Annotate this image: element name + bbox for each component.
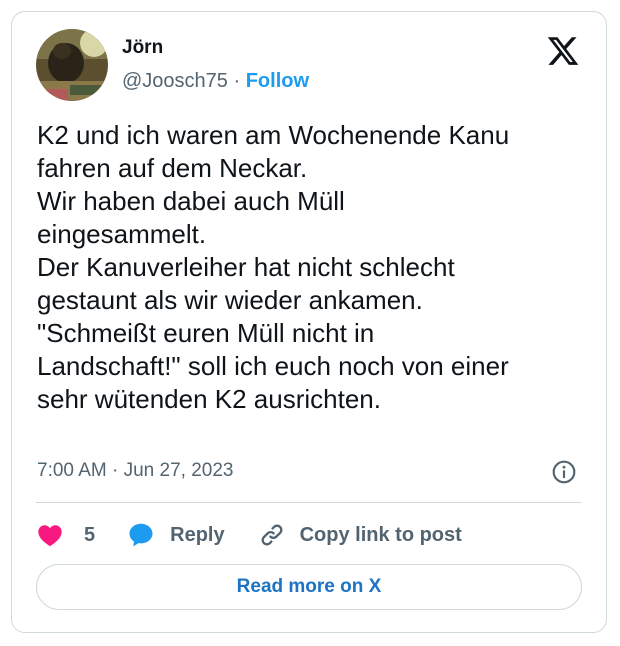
read-more-button[interactable]: Read more on X (36, 564, 582, 610)
handle-separator: · (233, 70, 241, 92)
follow-button[interactable]: Follow (246, 70, 309, 92)
info-icon[interactable] (551, 459, 577, 485)
reply-label: Reply (170, 523, 225, 546)
author-handle[interactable]: @Joosch75 (122, 70, 228, 92)
timestamp-separator: · (112, 460, 119, 481)
x-logo-icon[interactable] (546, 34, 580, 68)
post-text: K2 und ich waren am Wochenende Kanu fahr… (37, 120, 510, 414)
action-bar: 5 Reply Copy link to post (36, 517, 462, 553)
copy-link-label: Copy link to post (299, 523, 462, 546)
like-button[interactable]: 5 (36, 521, 95, 549)
author-name[interactable]: Jörn (122, 37, 163, 59)
post-time: 7:00 AM (37, 460, 107, 481)
heart-icon (38, 525, 62, 547)
avatar-photo (36, 29, 108, 101)
divider (36, 502, 582, 503)
tweet-card: Jörn @Joosch75 · Follow K2 und ich waren… (11, 11, 607, 633)
like-count: 5 (84, 523, 96, 546)
speech-bubble-icon (129, 523, 153, 547)
post-timestamp[interactable]: 7:00 AM · Jun 27, 2023 (37, 460, 233, 482)
copy-link-button[interactable]: Copy link to post (258, 521, 462, 549)
post-date: Jun 27, 2023 (123, 460, 234, 481)
reply-button[interactable]: Reply (126, 520, 225, 550)
author-handle-row: @Joosch75 · Follow (122, 70, 309, 93)
avatar[interactable] (36, 29, 108, 101)
link-icon (261, 524, 283, 546)
